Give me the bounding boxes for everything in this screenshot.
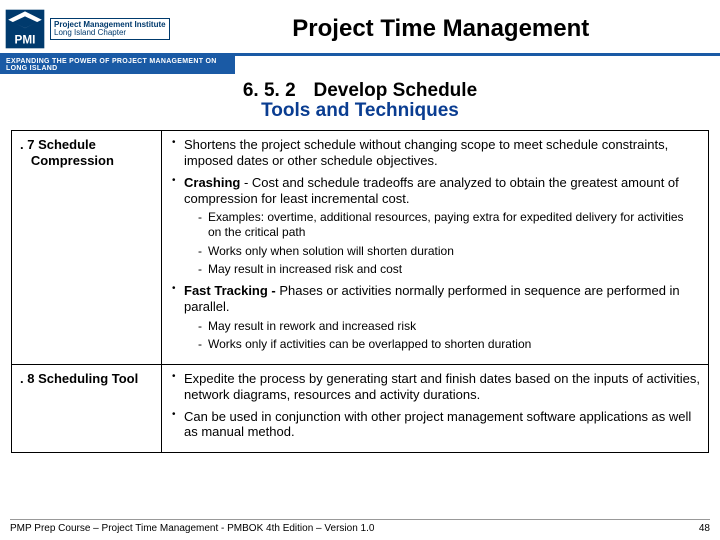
section-name: Develop Schedule <box>313 80 477 101</box>
footer: PMP Prep Course – Project Time Managemen… <box>10 519 710 534</box>
sub-bullet: May result in rework and increased risk <box>198 319 700 334</box>
bullet-lead: Fast Tracking - <box>184 283 276 298</box>
row2-label: . 8 Scheduling Tool <box>12 364 162 452</box>
content-table: . 7 Schedule Compression Shortens the pr… <box>11 130 709 453</box>
row1-title-l1: Schedule <box>38 137 96 152</box>
row1-label: . 7 Schedule Compression <box>12 131 162 365</box>
bullet: Fast Tracking - Phases or activities nor… <box>172 283 700 352</box>
bullet-text: Shortens the project schedule without ch… <box>184 137 668 168</box>
section-heading: 6. 5. 2 Develop Schedule Tools and Techn… <box>0 80 720 122</box>
sub-bullet: Examples: overtime, additional resources… <box>198 210 700 239</box>
bullet-text: - Cost and schedule tradeoffs are analyz… <box>184 175 679 206</box>
footer-text: PMP Prep Course – Project Time Managemen… <box>10 523 374 534</box>
top-bar: PMI Project Management Institute Long Is… <box>0 0 720 56</box>
row1-title-l2: Compression <box>31 153 114 168</box>
pmi-logo-block: PMI Project Management Institute Long Is… <box>4 8 170 50</box>
row2-body: Expedite the process by generating start… <box>162 364 709 452</box>
sub-bullet: Works only if activities can be overlapp… <box>198 337 700 352</box>
logo-text: Project Management Institute Long Island… <box>50 18 170 40</box>
row2-num: . 8 <box>20 371 38 386</box>
bullet: Expedite the process by generating start… <box>172 371 700 403</box>
sub-bullet: May result in increased risk and cost <box>198 262 700 277</box>
slide-title: Project Time Management <box>170 15 712 43</box>
row1-body: Shortens the project schedule without ch… <box>162 131 709 365</box>
slide-container: PMI Project Management Institute Long Is… <box>0 0 720 540</box>
section-number: 6. 5. 2 <box>243 80 296 101</box>
page-number: 48 <box>699 523 710 534</box>
sub-bullet: Works only when solution will shorten du… <box>198 244 700 259</box>
bullet-lead: Crashing <box>184 175 240 190</box>
bullet: Can be used in conjunction with other pr… <box>172 409 700 441</box>
pmi-logo-icon: PMI <box>4 8 46 50</box>
svg-text:PMI: PMI <box>15 33 36 46</box>
header-wrap: PMI Project Management Institute Long Is… <box>0 0 720 74</box>
table-row: . 8 Scheduling Tool Expedite the process… <box>12 364 709 452</box>
row2-title: Scheduling Tool <box>38 371 138 386</box>
row1-num: . 7 <box>20 137 38 152</box>
bullet: Crashing - Cost and schedule tradeoffs a… <box>172 175 700 277</box>
bullet: Shortens the project schedule without ch… <box>172 137 700 169</box>
header-tagline: Expanding the Power of Project Managemen… <box>0 56 235 74</box>
logo-line2: Long Island Chapter <box>54 29 166 37</box>
section-subtitle: Tools and Techniques <box>0 100 720 122</box>
table-row: . 7 Schedule Compression Shortens the pr… <box>12 131 709 365</box>
